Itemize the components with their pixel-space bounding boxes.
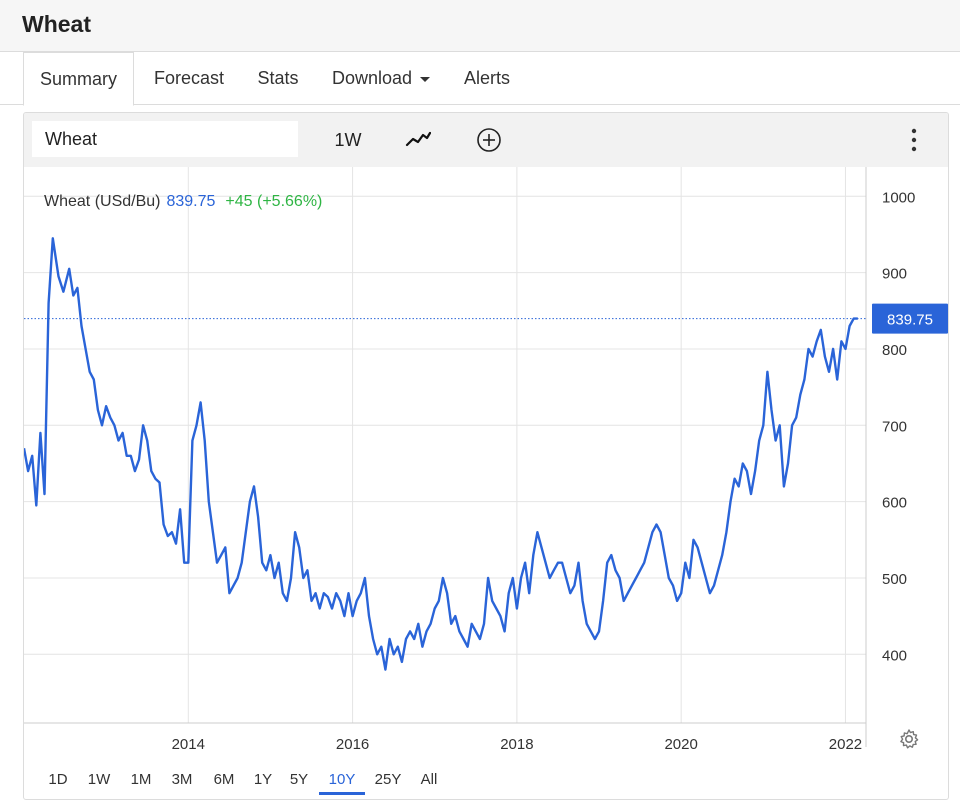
range-10y[interactable]: 10Y [319, 765, 365, 795]
tab-stats-label: Stats [257, 68, 299, 88]
y-tick-label: 500 [882, 571, 907, 588]
y-tick-label: 800 [882, 342, 907, 359]
tab-alerts-label: Alerts [463, 68, 510, 88]
symbol-input[interactable] [32, 121, 298, 157]
price-tag-label: 839.75 [887, 312, 933, 329]
legend-price: 839.75 [166, 193, 216, 210]
tab-stats[interactable]: Stats [250, 52, 306, 105]
more-vertical-icon[interactable] [902, 123, 926, 157]
tab-bar: Summary Forecast Stats Download Alerts [0, 52, 960, 106]
legend-series-name: Wheat (USd/Bu) [44, 193, 161, 210]
tab-summary-label: Summary [39, 69, 117, 89]
interval-button[interactable]: 1W [324, 123, 372, 157]
chart-legend: Wheat (USd/Bu) 839.75 +45 (+5.66%) [44, 193, 322, 211]
chart-panel: 1W 400 500 600 700 800 900 1000 2014 2016 2018 202… [23, 112, 949, 800]
x-tick-label: 2016 [336, 736, 369, 753]
tab-alerts[interactable]: Alerts [458, 52, 516, 105]
x-tick-label: 2014 [172, 736, 205, 753]
gear-icon[interactable] [897, 727, 921, 751]
legend-change: +45 (+5.66%) [225, 193, 323, 210]
title-bar: Wheat [0, 0, 960, 52]
range-1w[interactable]: 1W [84, 765, 114, 795]
add-circle-icon[interactable] [472, 123, 506, 157]
price-chart[interactable]: 400 500 600 700 800 900 1000 2014 2016 2018 2020 20… [24, 167, 949, 800]
page-title: Wheat [22, 11, 91, 37]
x-tick-label: 2018 [500, 736, 533, 753]
chevron-down-icon [420, 76, 431, 82]
add-circle-icon-svg [477, 128, 501, 152]
range-all[interactable]: All [416, 765, 442, 795]
tab-bar-edge [0, 52, 24, 105]
tab-forecast[interactable]: Forecast [150, 52, 228, 105]
range-1m[interactable]: 1M [126, 765, 156, 795]
y-tick-label: 600 [882, 495, 907, 512]
series-line [24, 237, 858, 671]
range-6m[interactable]: 6M [209, 765, 239, 795]
range-1d[interactable]: 1D [44, 765, 72, 795]
chart-area[interactable]: 400 500 600 700 800 900 1000 2014 2016 2018 2020 20… [24, 167, 949, 800]
range-selector: 1D 1W 1M 3M 6M 1Y 5Y 10Y 25Y All [24, 759, 864, 799]
range-3m[interactable]: 3M [167, 765, 197, 795]
y-tick-label: 400 [882, 647, 907, 664]
tab-summary[interactable]: Summary [23, 52, 134, 106]
x-tick-label: 2020 [664, 736, 697, 753]
y-tick-label: 1000 [882, 189, 915, 206]
chart-toolbar: 1W [24, 113, 948, 167]
tab-download[interactable]: Download [326, 52, 436, 105]
range-1y[interactable]: 1Y [250, 765, 276, 795]
range-25y[interactable]: 25Y [372, 765, 404, 795]
range-5y[interactable]: 5Y [286, 765, 312, 795]
y-tick-label: 700 [882, 418, 907, 435]
line-chart-icon[interactable] [400, 123, 436, 157]
y-tick-label: 900 [882, 266, 907, 283]
gear-icon-svg [900, 729, 919, 749]
more-vertical-icon-svg [911, 128, 917, 152]
line-chart-icon-svg [405, 131, 432, 147]
tab-forecast-label: Forecast [153, 68, 225, 88]
x-tick-label: 2022 [829, 736, 862, 753]
tab-download-label: Download [331, 68, 413, 88]
